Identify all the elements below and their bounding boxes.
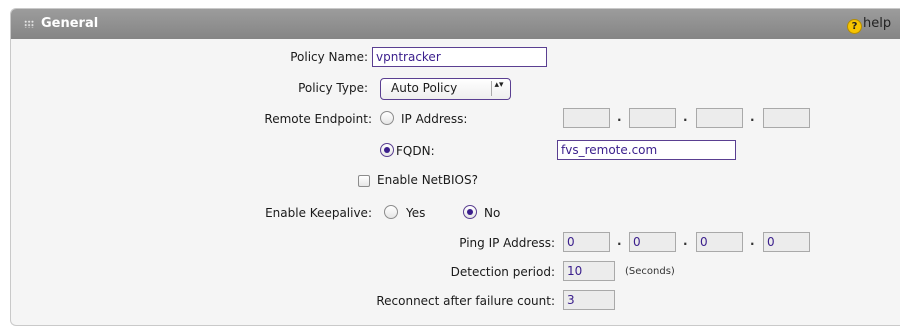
detection-period-input[interactable] <box>563 261 615 281</box>
help-link[interactable]: ? help <box>847 16 891 34</box>
reconnect-count-label: Reconnect after failure count: <box>376 294 555 308</box>
keepalive-no-label: No <box>484 206 501 220</box>
ip-address-option-label: IP Address: <box>401 112 468 126</box>
drag-handle-icon <box>24 20 34 28</box>
keepalive-yes-radio[interactable] <box>384 205 398 219</box>
remote-ip-octet-3[interactable] <box>696 108 743 128</box>
ping-ip-octet-2[interactable] <box>629 232 676 252</box>
policy-type-select[interactable]: Auto Policy ▴▾ <box>380 78 511 100</box>
ip-separator: . <box>750 234 755 248</box>
ip-separator: . <box>617 110 622 124</box>
select-arrows-icon: ▴▾ <box>491 81 506 96</box>
remote-endpoint-label: Remote Endpoint: <box>264 112 372 126</box>
netbios-checkbox[interactable] <box>358 175 370 187</box>
policy-name-label: Policy Name: <box>290 50 368 64</box>
keepalive-label: Enable Keepalive: <box>265 206 372 220</box>
policy-name-input[interactable] <box>372 47 547 67</box>
ip-separator: . <box>617 234 622 248</box>
ip-separator: . <box>683 234 688 248</box>
detection-unit: (Seconds) <box>625 266 675 277</box>
keepalive-yes-label: Yes <box>406 206 426 220</box>
ping-ip-octet-4[interactable] <box>763 232 810 252</box>
fqdn-radio[interactable] <box>380 143 394 157</box>
fqdn-option-label: FQDN: <box>396 144 435 158</box>
ip-separator: . <box>683 110 688 124</box>
keepalive-no-radio[interactable] <box>463 205 477 219</box>
ping-ip-octet-3[interactable] <box>696 232 743 252</box>
ip-address-radio[interactable] <box>380 111 394 125</box>
reconnect-count-input[interactable] <box>563 290 615 310</box>
detection-period-label: Detection period: <box>450 265 555 279</box>
section-header: General ? help <box>11 9 900 39</box>
remote-ip-octet-2[interactable] <box>629 108 676 128</box>
remote-ip-octet-1[interactable] <box>563 108 610 128</box>
policy-type-value: Auto Policy <box>391 81 458 95</box>
section-title: General <box>41 16 99 31</box>
ip-separator: . <box>750 110 755 124</box>
help-icon: ? <box>847 19 862 34</box>
policy-type-label: Policy Type: <box>298 81 368 95</box>
remote-ip-octet-4[interactable] <box>763 108 810 128</box>
ping-ip-label: Ping IP Address: <box>459 236 555 250</box>
fqdn-input[interactable] <box>557 140 736 160</box>
help-label: help <box>863 16 892 31</box>
netbios-label: Enable NetBIOS? <box>377 173 478 187</box>
ping-ip-octet-1[interactable] <box>563 232 610 252</box>
